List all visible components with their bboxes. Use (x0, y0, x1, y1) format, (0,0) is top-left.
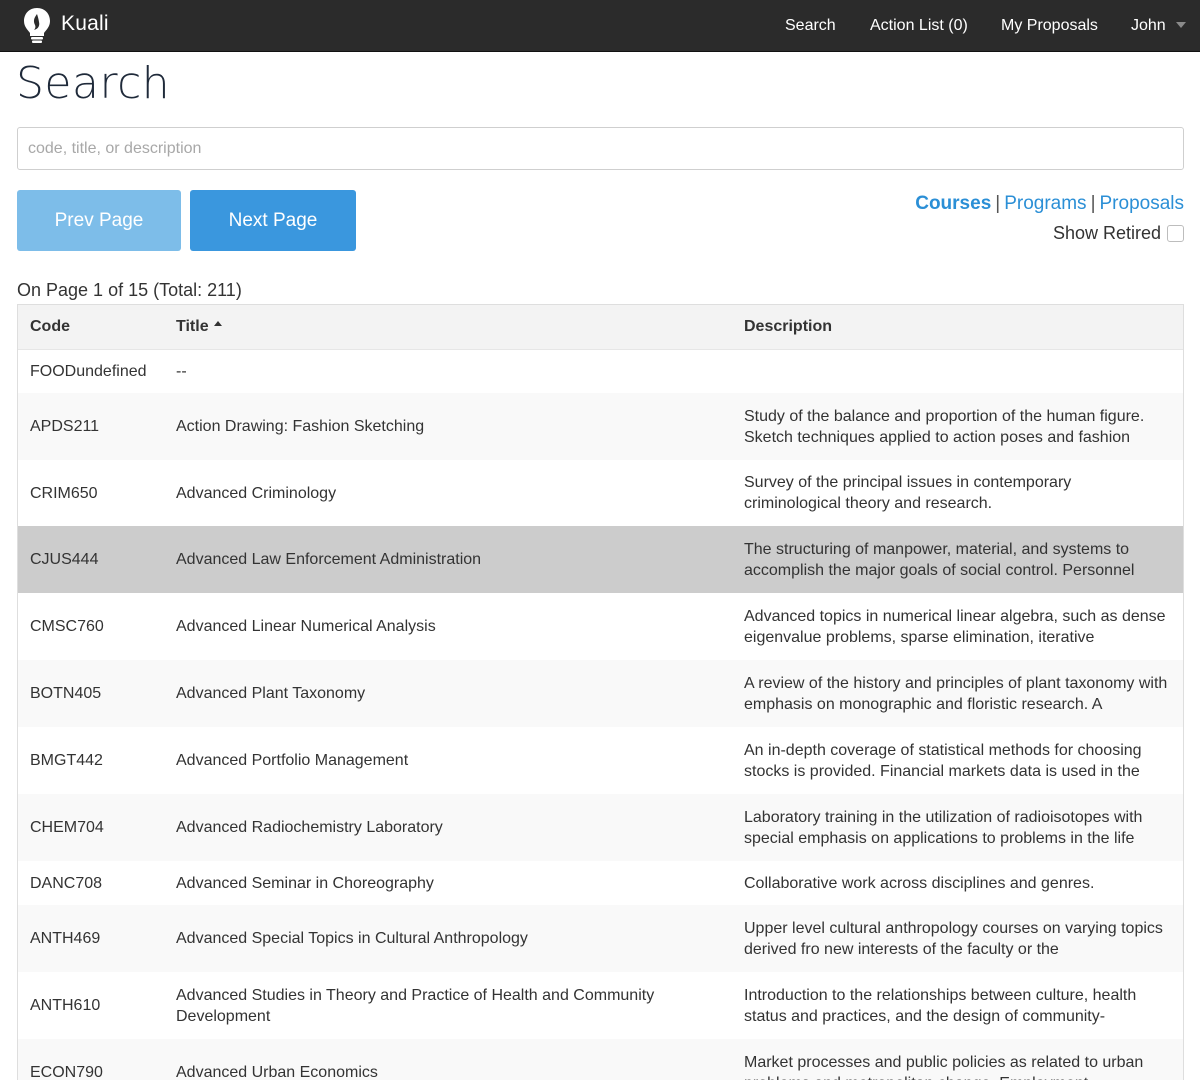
cell-code: DANC708 (18, 861, 164, 905)
cell-description: Laboratory training in the utilization o… (732, 794, 1183, 861)
show-retired-label: Show Retired (1053, 223, 1161, 244)
table-row[interactable]: FOODundefined-- (18, 349, 1183, 393)
table-row[interactable]: DANC708Advanced Seminar in Choreography C… (18, 861, 1183, 905)
column-header-description-label: Description (744, 318, 832, 335)
cell-code: BMGT442 (18, 727, 164, 794)
cell-code: ECON790 (18, 1039, 164, 1080)
cell-code: FOODundefined (18, 349, 164, 393)
cell-title: Advanced Linear Numerical Analysis (164, 593, 732, 660)
cell-code: CMSC760 (18, 593, 164, 660)
description-text: Collaborative work across disciplines an… (744, 873, 1183, 894)
brand[interactable]: Kuali (22, 6, 109, 46)
description-text: A review of the history and principles o… (744, 673, 1183, 715)
cell-description: Advanced topics in numerical linear alge… (732, 593, 1183, 660)
brand-name: Kuali (61, 12, 109, 36)
search-type-links: Courses|Programs|Proposals (915, 193, 1184, 215)
cell-code: CHEM704 (18, 794, 164, 861)
cell-title: Advanced Urban Economics (164, 1039, 732, 1080)
table-row[interactable]: CRIM650Advanced Criminology Survey of the… (18, 460, 1183, 526)
table-header-row: Code Title Description (18, 305, 1183, 349)
column-header-code-label: Code (30, 318, 70, 335)
results-table-container: Code Title Description FOODundefined--AP… (17, 304, 1184, 1080)
page-title: Search (16, 58, 170, 109)
link-separator: | (995, 193, 1000, 214)
cell-description: An in-depth coverage of statistical meth… (732, 727, 1183, 794)
cell-title: Advanced Plant Taxonomy (164, 660, 732, 727)
cell-code: BOTN405 (18, 660, 164, 727)
nav-my-proposals-link[interactable]: My Proposals (1001, 0, 1098, 52)
table-row[interactable]: APDS211Action Drawing: Fashion Sketching… (18, 393, 1183, 460)
description-text: An in-depth coverage of statistical meth… (744, 740, 1183, 782)
cell-description: A review of the history and principles o… (732, 660, 1183, 727)
description-text: Laboratory training in the utilization o… (744, 807, 1183, 849)
description-text: Market processes and public policies as … (744, 1052, 1183, 1080)
table-row[interactable]: CHEM704Advanced Radiochemistry Laborator… (18, 794, 1183, 861)
cell-description: Upper level cultural anthropology course… (732, 905, 1183, 972)
link-separator: | (1091, 193, 1096, 214)
table-row[interactable]: BMGT442Advanced Portfolio Management An i… (18, 727, 1183, 794)
sort-ascending-icon (214, 321, 222, 326)
nav-search-link[interactable]: Search (785, 0, 836, 52)
results-table: Code Title Description FOODundefined--AP… (18, 305, 1183, 1080)
cell-title: Advanced Law Enforcement Administration (164, 526, 732, 593)
programs-link[interactable]: Programs (1004, 193, 1086, 214)
courses-link[interactable]: Courses (915, 193, 991, 214)
table-row[interactable]: ECON790Advanced Urban Economics Market pr… (18, 1039, 1183, 1080)
column-header-title-label: Title (176, 318, 209, 335)
cell-title: Advanced Portfolio Management (164, 727, 732, 794)
table-row[interactable]: BOTN405Advanced Plant Taxonomy A review o… (18, 660, 1183, 727)
cell-description: The structuring of manpower, material, a… (732, 526, 1183, 593)
table-row[interactable]: ANTH610Advanced Studies in Theory and Pr… (18, 972, 1183, 1039)
proposals-link[interactable]: Proposals (1100, 193, 1185, 214)
caret-down-icon[interactable] (1176, 22, 1186, 28)
cell-description: Market processes and public policies as … (732, 1039, 1183, 1080)
show-retired-toggle[interactable]: Show Retired (1053, 223, 1184, 244)
prev-page-button[interactable]: Prev Page (17, 190, 181, 251)
cell-title: -- (164, 349, 732, 393)
cell-title: Advanced Studies in Theory and Practice … (164, 972, 732, 1039)
cell-code: CJUS444 (18, 526, 164, 593)
cell-code: ANTH610 (18, 972, 164, 1039)
cell-title: Advanced Radiochemistry Laboratory (164, 794, 732, 861)
cell-title: Advanced Criminology (164, 460, 732, 526)
description-text: Introduction to the relationships betwee… (744, 985, 1183, 1027)
table-row[interactable]: CMSC760Advanced Linear Numerical Analysi… (18, 593, 1183, 660)
description-text: Survey of the principal issues in contem… (744, 472, 1183, 514)
results-body: FOODundefined--APDS211Action Drawing: Fa… (18, 349, 1183, 1080)
next-page-button[interactable]: Next Page (190, 190, 356, 251)
cell-code: ANTH469 (18, 905, 164, 972)
description-text: Advanced topics in numerical linear alge… (744, 606, 1183, 648)
column-header-description[interactable]: Description (732, 305, 1183, 349)
cell-description: Study of the balance and proportion of t… (732, 393, 1183, 460)
cell-description: Introduction to the relationships betwee… (732, 972, 1183, 1039)
column-header-title[interactable]: Title (164, 305, 732, 349)
cell-code: CRIM650 (18, 460, 164, 526)
table-row[interactable]: CJUS444Advanced Law Enforcement Administ… (18, 526, 1183, 593)
cell-title: Advanced Seminar in Choreography (164, 861, 732, 905)
description-text: The structuring of manpower, material, a… (744, 539, 1183, 581)
cell-description: Survey of the principal issues in contem… (732, 460, 1183, 526)
cell-title: Action Drawing: Fashion Sketching (164, 393, 732, 460)
cell-description (732, 349, 1183, 393)
cell-code: APDS211 (18, 393, 164, 460)
column-header-code[interactable]: Code (18, 305, 164, 349)
cell-description: Collaborative work across disciplines an… (732, 861, 1183, 905)
description-text: Upper level cultural anthropology course… (744, 918, 1183, 960)
search-input[interactable] (17, 127, 1184, 170)
lightbulb-icon (22, 6, 52, 46)
table-row[interactable]: ANTH469Advanced Special Topics in Cultur… (18, 905, 1183, 972)
page-info: On Page 1 of 15 (Total: 211) (17, 280, 242, 301)
description-text: Study of the balance and proportion of t… (744, 406, 1183, 448)
cell-title: Advanced Special Topics in Cultural Anth… (164, 905, 732, 972)
show-retired-checkbox[interactable] (1167, 225, 1184, 242)
nav-action-list-link[interactable]: Action List (0) (870, 0, 968, 52)
user-menu[interactable]: John (1131, 0, 1166, 52)
top-navbar: Kuali Search Action List (0) My Proposal… (0, 0, 1200, 52)
